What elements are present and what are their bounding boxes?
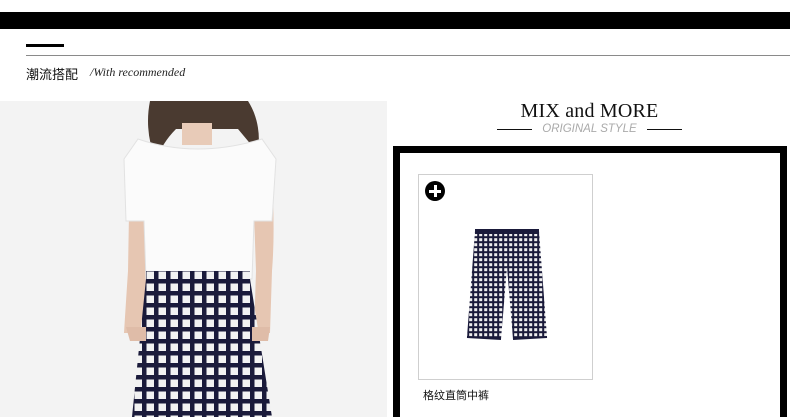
model-illustration	[0, 101, 387, 417]
model-photo[interactable]	[0, 101, 387, 417]
subtitle-right-rule	[647, 129, 682, 130]
subtitle-left-rule	[497, 129, 532, 130]
product-name[interactable]: 格纹直筒中裤	[423, 387, 489, 403]
product-image[interactable]	[463, 227, 551, 345]
mix-title: MIX and MORE	[520, 100, 659, 122]
section-subtitle: /With recommended	[90, 65, 186, 79]
top-black-bar	[0, 12, 790, 29]
mix-subtitle: ORIGINAL STYLE	[497, 121, 682, 137]
section-accent-line	[26, 44, 64, 47]
mix-subtitle-text: ORIGINAL STYLE	[542, 123, 637, 135]
product-card[interactable]	[418, 174, 593, 380]
section-title: 潮流搭配	[26, 68, 79, 83]
section-divider	[26, 55, 790, 56]
plus-circle-icon[interactable]	[425, 181, 445, 201]
